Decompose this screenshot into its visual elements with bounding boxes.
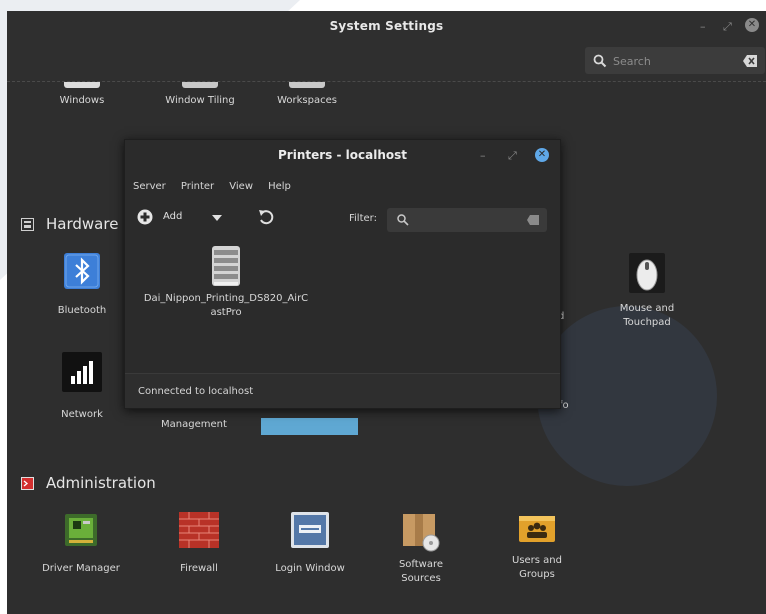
search-input[interactable]	[611, 51, 735, 71]
selected-item-highlight	[261, 418, 358, 435]
settings-item-network[interactable]: Network	[49, 352, 115, 422]
settings-item-windows[interactable]: Windows	[47, 82, 117, 108]
filter-input[interactable]	[387, 208, 547, 232]
settings-item-driver-manager[interactable]: Driver Manager	[31, 512, 131, 576]
maximize-button[interactable]: ⤢	[723, 20, 732, 34]
mouse-icon	[629, 253, 665, 293]
chevron-down-icon[interactable]	[212, 215, 222, 221]
clear-search-icon[interactable]	[743, 55, 757, 67]
software-sources-icon	[403, 514, 440, 552]
settings-item-mouse-touchpad[interactable]: Mouse and Touchpad	[607, 253, 687, 330]
printers-minimize-button[interactable]: –	[480, 149, 486, 162]
printers-maximize-button[interactable]: ⤢	[508, 149, 517, 163]
add-label: Add	[163, 211, 183, 222]
settings-item-bluetooth[interactable]: Bluetooth	[49, 253, 115, 318]
toolbar	[7, 43, 766, 82]
search-box[interactable]	[585, 47, 765, 74]
hardware-icon	[21, 218, 34, 231]
printers-close-button[interactable]: ✕	[535, 148, 549, 162]
titlebar: System Settings – ⤢ ✕	[7, 11, 766, 43]
refresh-icon[interactable]	[257, 208, 275, 226]
bluetooth-icon	[64, 253, 100, 289]
driver-manager-icon	[65, 514, 97, 546]
settings-item-firewall[interactable]: Firewall	[161, 512, 237, 576]
network-icon	[62, 352, 102, 392]
search-icon	[593, 54, 607, 68]
minimize-button[interactable]: –	[700, 20, 706, 33]
users-groups-icon	[519, 516, 555, 542]
printer-item[interactable]: Dai_Nippon_Printing_DS820_AirC astPro	[131, 246, 321, 320]
window-title: System Settings	[329, 19, 444, 33]
printers-statusbar: Connected to localhost	[125, 373, 560, 408]
filter-clear-icon[interactable]	[527, 215, 539, 225]
administration-icon	[21, 477, 34, 490]
settings-item-users-groups[interactable]: Users and Groups	[497, 512, 577, 582]
printer-icon	[212, 246, 240, 286]
window-tiling-icon	[182, 82, 218, 88]
settings-item-workspaces[interactable]: Workspaces	[269, 82, 345, 108]
printers-toolbar: Add Filter:	[125, 196, 560, 239]
workspaces-icon	[289, 82, 325, 88]
settings-item-power-management[interactable]: Management	[161, 419, 227, 430]
printer-name-line1: Dai_Nippon_Printing_DS820_AirC	[143, 293, 309, 304]
firewall-icon	[179, 512, 219, 548]
decorative-circle	[537, 306, 717, 486]
menu-help[interactable]: Help	[268, 181, 291, 192]
close-button[interactable]: ✕	[745, 18, 759, 32]
printers-window: Printers - localhost – ⤢ ✕ Server Printe…	[124, 139, 561, 409]
printers-window-title: Printers - localhost	[278, 148, 407, 162]
filter-label: Filter:	[349, 213, 377, 224]
printers-menubar: Server Printer View Help	[133, 174, 301, 192]
settings-item-software-sources[interactable]: Software Sources	[383, 512, 459, 586]
printer-list: Dai_Nippon_Printing_DS820_AirC astPro	[125, 238, 560, 373]
settings-item-window-tiling[interactable]: Window Tiling	[155, 82, 245, 108]
login-window-icon	[291, 512, 329, 548]
menu-view[interactable]: View	[229, 181, 253, 192]
connection-status: Connected to localhost	[138, 386, 254, 397]
filter-search-icon	[397, 214, 409, 226]
windows-icon	[64, 82, 100, 88]
menu-server[interactable]: Server	[133, 181, 166, 192]
menu-printer[interactable]: Printer	[181, 181, 214, 192]
add-icon	[137, 209, 153, 225]
printer-name-line2: astPro	[210, 307, 242, 318]
settings-item-login-window[interactable]: Login Window	[265, 512, 355, 576]
